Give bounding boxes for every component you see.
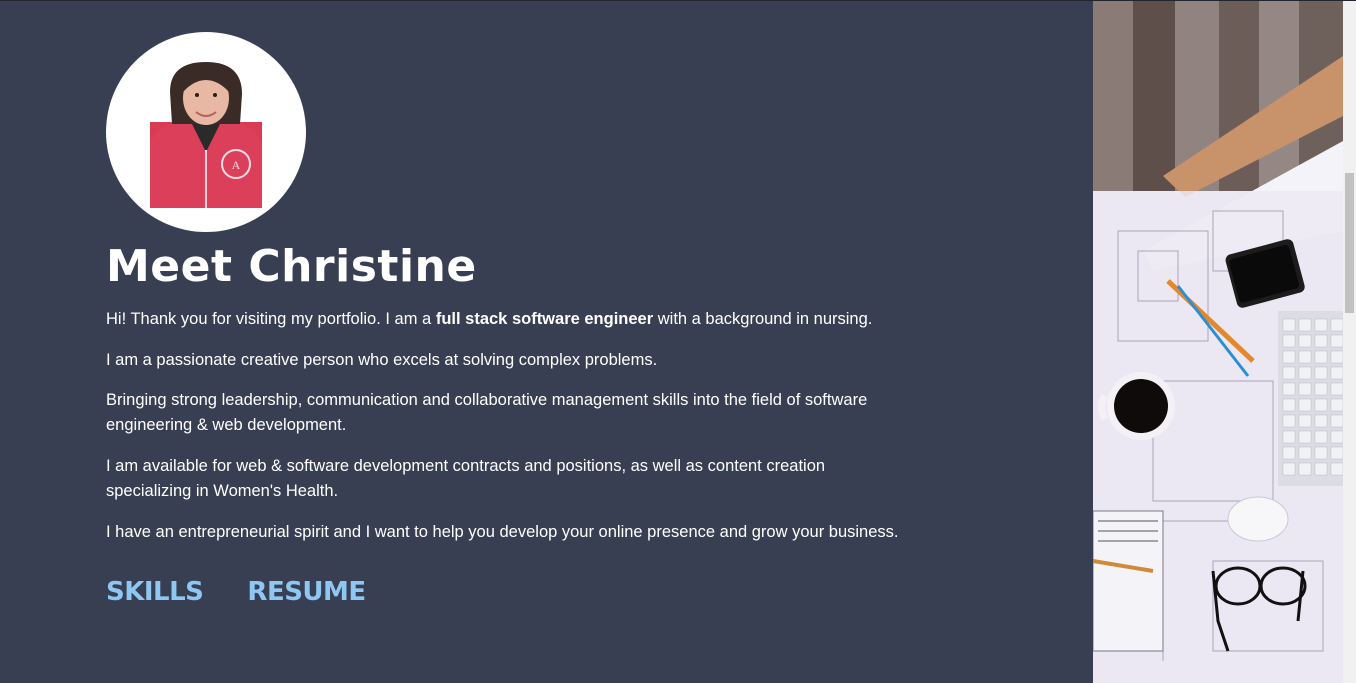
section-links: SKILLS RESUME xyxy=(106,577,906,607)
page-title: Meet Christine xyxy=(106,241,477,292)
page-scrollbar[interactable] xyxy=(1343,1,1356,683)
desk-photo xyxy=(1093,1,1343,683)
intro-paragraph: Hi! Thank you for visiting my portfolio.… xyxy=(106,307,906,332)
about-content: A Meet Christine Hi! Thank you for visit… xyxy=(106,32,906,607)
availability-paragraph: I am available for web & software develo… xyxy=(106,457,826,500)
scrollbar-thumb[interactable] xyxy=(1345,173,1354,313)
skills-paragraph: Bringing strong leadership, communicatio… xyxy=(106,391,868,434)
passion-paragraph: I am a passionate creative person who ex… xyxy=(106,351,658,369)
skills-link[interactable]: SKILLS xyxy=(106,577,204,607)
entrepreneur-paragraph: I have an entrepreneurial spirit and I w… xyxy=(106,523,899,541)
workspace-image xyxy=(1093,1,1343,683)
about-section: A Meet Christine Hi! Thank you for visit… xyxy=(0,1,1093,683)
profile-photo: A xyxy=(150,62,262,208)
avatar: A xyxy=(106,32,306,232)
svg-text:A: A xyxy=(232,158,241,172)
page: A Meet Christine Hi! Thank you for visit… xyxy=(0,0,1356,683)
intro-text-end: with a background in nursing. xyxy=(653,310,873,328)
intro-highlight: full stack software engineer xyxy=(435,310,654,328)
resume-link[interactable]: RESUME xyxy=(247,577,366,607)
intro-text-start: Hi! Thank you for visiting my portfolio.… xyxy=(106,310,436,328)
